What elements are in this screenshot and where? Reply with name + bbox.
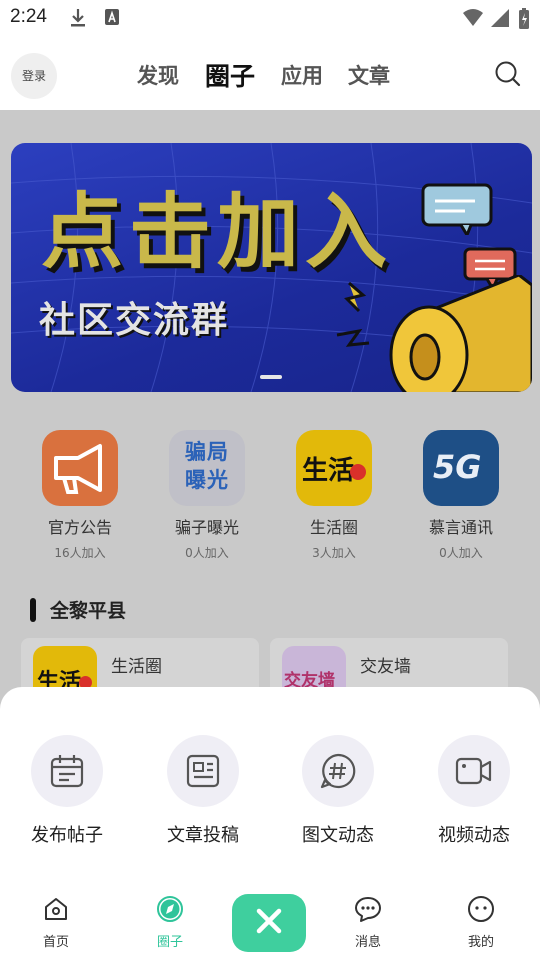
nav-item-home[interactable]: 首页: [16, 895, 96, 950]
status-time: 2:24: [10, 6, 47, 27]
chat-icon: [353, 897, 383, 927]
close-icon: [255, 907, 283, 939]
nav-label: 圈子: [156, 935, 183, 950]
circle-item-official[interactable]: 官方公告 16人加入: [25, 430, 135, 561]
font-icon: [104, 8, 120, 30]
image-text-post-button[interactable]: 图文动态: [278, 735, 398, 847]
sheet-action-label: 文章投稿: [167, 825, 239, 846]
publish-action-sheet: 发布帖子 文章投稿 图文动态 视频动态: [0, 687, 540, 887]
banner-page-indicator: [260, 375, 282, 379]
circle-item-muyan-telecom[interactable]: 5G 慕言通讯 0人加入: [406, 430, 516, 561]
tab-circles[interactable]: 圈子: [205, 57, 255, 93]
card-name: 生活圈: [111, 657, 162, 677]
circle-member-count: 16人加入: [54, 546, 106, 560]
wifi-icon: [462, 8, 484, 32]
signal-icon: [490, 8, 510, 32]
compass-icon: [156, 896, 184, 927]
megaphone-icon: [329, 273, 532, 392]
telecom-5g-logo: 5G: [423, 430, 499, 506]
sheet-action-label: 视频动态: [438, 825, 510, 846]
circle-name: 生活圈: [309, 518, 358, 537]
nav-label: 首页: [42, 935, 69, 950]
hashtag-icon: [302, 735, 374, 807]
card-name: 交友墙: [360, 657, 411, 677]
tab-articles[interactable]: 文章: [348, 60, 390, 90]
scam-exposure-logo: 骗局曝光: [169, 430, 245, 506]
circle-name: 慕言通讯: [428, 518, 493, 537]
top-header: 登录 发现 圈子 应用 文章: [0, 36, 540, 110]
smiley-face-icon: [467, 896, 495, 927]
circle-item-life[interactable]: 生活 生活圈 3人加入: [279, 430, 389, 561]
section-title: 全黎平县: [50, 600, 127, 622]
circle-member-count: 0人加入: [439, 546, 483, 560]
megaphone-icon: [42, 430, 118, 506]
nav-label: 消息: [354, 935, 381, 950]
tab-apps[interactable]: 应用: [281, 60, 323, 90]
nav-label: 我的: [467, 935, 494, 950]
banner-subtitle: 社区交流群: [39, 300, 230, 341]
circle-item-scam-exposure[interactable]: 骗局曝光 骗子曝光 0人加入: [152, 430, 262, 561]
video-camera-icon: [438, 735, 510, 807]
chat-bubble-icon: [421, 183, 495, 239]
document-icon: [167, 735, 239, 807]
nav-item-circles[interactable]: 圈子: [130, 895, 210, 950]
bottom-nav: 首页 圈子 消息 我的: [0, 887, 540, 960]
close-publish-button[interactable]: [232, 894, 306, 952]
tab-discover[interactable]: 发现: [137, 60, 179, 90]
sheet-action-label: 图文动态: [302, 825, 374, 846]
submit-article-button[interactable]: 文章投稿: [143, 735, 263, 847]
publish-post-button[interactable]: 发布帖子: [7, 735, 127, 847]
join-group-banner[interactable]: 点击加入 社区交流群: [11, 143, 532, 392]
nav-item-messages[interactable]: 消息: [328, 895, 408, 950]
sheet-action-label: 发布帖子: [31, 825, 103, 846]
video-post-button[interactable]: 视频动态: [414, 735, 534, 847]
battery-icon: [518, 8, 530, 34]
login-button[interactable]: 登录: [11, 53, 57, 99]
section-accent-bar: [30, 598, 36, 622]
download-icon: [70, 8, 86, 32]
nav-item-profile[interactable]: 我的: [441, 895, 521, 950]
circle-name: 骗子曝光: [174, 518, 239, 537]
banner-headline: 点击加入: [41, 185, 394, 280]
circle-name: 官方公告: [47, 518, 112, 537]
search-icon[interactable]: [494, 60, 522, 92]
home-icon: [42, 898, 70, 927]
life-circle-logo: 生活: [296, 430, 372, 506]
status-bar: 2:24: [0, 0, 540, 36]
calendar-note-icon: [31, 735, 103, 807]
circle-member-count: 0人加入: [185, 546, 229, 560]
circle-member-count: 3人加入: [312, 546, 356, 560]
